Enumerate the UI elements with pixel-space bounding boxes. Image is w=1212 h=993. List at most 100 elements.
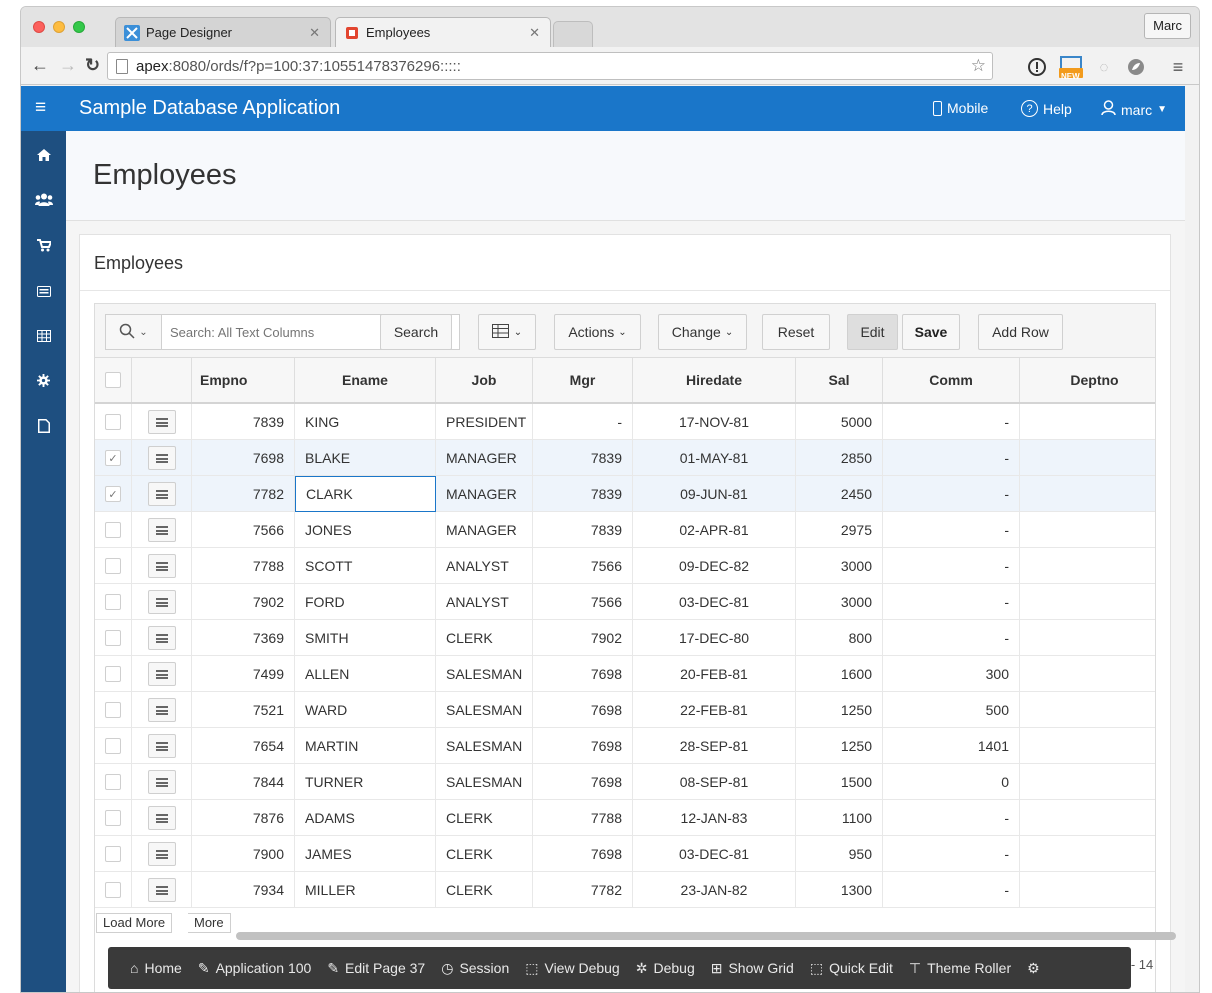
cell-sal[interactable]: 1500 (796, 764, 883, 800)
cell-comm[interactable]: - (883, 440, 1020, 476)
cell-empno[interactable]: 7876 (192, 800, 295, 836)
cell-hiredate[interactable]: 20-FEB-81 (633, 656, 796, 692)
cell-hiredate[interactable]: 09-DEC-82 (633, 548, 796, 584)
cell-job[interactable]: CLERK (436, 872, 533, 908)
cell-hiredate[interactable]: 23-JAN-82 (633, 872, 796, 908)
devbar-session[interactable]: ◷ Session (433, 947, 517, 989)
cell-mgr[interactable]: 7902 (533, 620, 633, 656)
profile-button[interactable]: Marc (1144, 13, 1191, 39)
table-row[interactable]: 7566JONESMANAGER783902-APR-812975-2( (95, 512, 1155, 548)
cell-ename[interactable]: WARD (295, 692, 436, 728)
reload-icon[interactable]: ↻ (85, 55, 100, 76)
devbar-settings[interactable]: ⚙ (1019, 947, 1048, 989)
tab-page-designer[interactable]: Page Designer ✕ (115, 17, 331, 47)
cell-job[interactable]: CLERK (436, 836, 533, 872)
shopping-cart-icon[interactable] (21, 239, 66, 255)
back-arrow-icon[interactable]: ← (31, 55, 49, 76)
cell-empno[interactable]: 7902 (192, 584, 295, 620)
extension-leaf-icon[interactable] (1125, 56, 1147, 78)
cell-ename[interactable]: SMITH (295, 620, 436, 656)
cell-comm[interactable]: 300 (883, 656, 1020, 692)
list-icon[interactable] (21, 284, 66, 300)
column-header-empno[interactable]: Empno (192, 358, 295, 402)
cell-sal[interactable]: 3000 (796, 548, 883, 584)
cell-empno[interactable]: 7900 (192, 836, 295, 872)
cell-deptno[interactable]: 3( (1020, 692, 1155, 728)
row-actions-menu-icon[interactable] (147, 734, 176, 758)
cell-comm[interactable]: - (883, 512, 1020, 548)
table-row[interactable]: 7788SCOTTANALYST756609-DEC-823000-2( (95, 548, 1155, 584)
search-column-menu[interactable]: ⌄ (106, 315, 162, 349)
row-actions-menu-icon[interactable] (147, 698, 176, 722)
cell-ename[interactable]: ADAMS (295, 800, 436, 836)
table-row[interactable]: 7499ALLENSALESMAN769820-FEB-8116003003( (95, 656, 1155, 692)
row-actions-menu-icon[interactable] (147, 806, 176, 830)
close-tab-icon[interactable]: ✕ (529, 25, 540, 41)
cell-comm[interactable]: - (883, 800, 1020, 836)
cell-comm[interactable]: - (883, 620, 1020, 656)
cell-sal[interactable]: 1250 (796, 728, 883, 764)
column-header-ename[interactable]: Ename (295, 358, 436, 402)
cell-hiredate[interactable]: 03-DEC-81 (633, 584, 796, 620)
row-select-checkbox[interactable] (105, 774, 121, 790)
cell-comm[interactable]: - (883, 836, 1020, 872)
table-row[interactable]: 7369SMITHCLERK790217-DEC-80800-2( (95, 620, 1155, 656)
change-menu-button[interactable]: Change ⌄ (658, 314, 747, 350)
cell-mgr[interactable]: 7839 (533, 440, 633, 476)
cell-comm[interactable]: - (883, 404, 1020, 440)
close-tab-icon[interactable]: ✕ (309, 25, 320, 41)
cell-comm[interactable]: 0 (883, 764, 1020, 800)
devbar-quick-edit[interactable]: ⬚ Quick Edit (802, 947, 901, 989)
cell-sal[interactable]: 1300 (796, 872, 883, 908)
cell-job[interactable]: CLERK (436, 620, 533, 656)
devbar-debug[interactable]: ✲ Debug (628, 947, 703, 989)
cell-deptno[interactable]: 3( (1020, 764, 1155, 800)
help-link[interactable]: ? Help (1021, 100, 1072, 117)
user-menu[interactable]: marc ▼ (1101, 100, 1167, 119)
forward-arrow-icon[interactable]: → (59, 55, 77, 76)
column-header-sal[interactable]: Sal (796, 358, 883, 402)
devbar-show-grid[interactable]: ⊞ Show Grid (703, 947, 802, 989)
devbar-view-debug[interactable]: ⬚ View Debug (517, 947, 627, 989)
cell-hiredate[interactable]: 01-MAY-81 (633, 440, 796, 476)
row-actions-menu-icon[interactable] (147, 410, 176, 434)
minimize-window-button[interactable] (53, 21, 65, 33)
cell-deptno[interactable]: 1( (1020, 404, 1155, 440)
row-select-checkbox[interactable] (105, 666, 121, 682)
cell-mgr[interactable]: - (533, 404, 633, 440)
cell-deptno[interactable]: 1( (1020, 476, 1155, 512)
cell-sal[interactable]: 950 (796, 836, 883, 872)
devbar-edit-page[interactable]: ✎ Edit Page 37 (319, 947, 433, 989)
column-header-deptno[interactable]: Deptno (1020, 358, 1155, 402)
cell-hiredate[interactable]: 03-DEC-81 (633, 836, 796, 872)
cell-empno[interactable]: 7934 (192, 872, 295, 908)
cell-empno[interactable]: 7788 (192, 548, 295, 584)
cell-mgr[interactable]: 7566 (533, 584, 633, 620)
tab-employees[interactable]: Employees ✕ (335, 17, 551, 47)
table-row[interactable]: 7902FORDANALYST756603-DEC-813000-2( (95, 584, 1155, 620)
devbar-theme-roller[interactable]: ⊤ Theme Roller (901, 947, 1019, 989)
users-icon[interactable] (21, 193, 66, 209)
cell-hiredate[interactable]: 17-NOV-81 (633, 404, 796, 440)
row-select-checkbox[interactable] (105, 558, 121, 574)
row-select-checkbox[interactable] (105, 594, 121, 610)
row-actions-menu-icon[interactable] (147, 590, 176, 614)
row-select-checkbox[interactable] (105, 414, 121, 430)
cell-comm[interactable]: - (883, 872, 1020, 908)
column-header-comm[interactable]: Comm (883, 358, 1020, 402)
cell-empno[interactable]: 7521 (192, 692, 295, 728)
cell-deptno[interactable]: 3( (1020, 836, 1155, 872)
table-row[interactable]: ✓ 7782CLARKMANAGER783909-JUN-812450-1( (95, 476, 1155, 512)
cell-sal[interactable]: 1250 (796, 692, 883, 728)
close-window-button[interactable] (33, 21, 45, 33)
devbar-home[interactable]: ⌂ Home (122, 947, 190, 989)
row-select-checkbox[interactable] (105, 630, 121, 646)
cell-comm[interactable]: - (883, 476, 1020, 512)
row-select-checkbox[interactable] (105, 738, 121, 754)
cell-deptno[interactable]: 1( (1020, 872, 1155, 908)
row-actions-menu-icon[interactable] (147, 878, 176, 902)
maximize-window-button[interactable] (73, 21, 85, 33)
cell-mgr[interactable]: 7566 (533, 548, 633, 584)
cell-hiredate[interactable]: 12-JAN-83 (633, 800, 796, 836)
cell-sal[interactable]: 1600 (796, 656, 883, 692)
